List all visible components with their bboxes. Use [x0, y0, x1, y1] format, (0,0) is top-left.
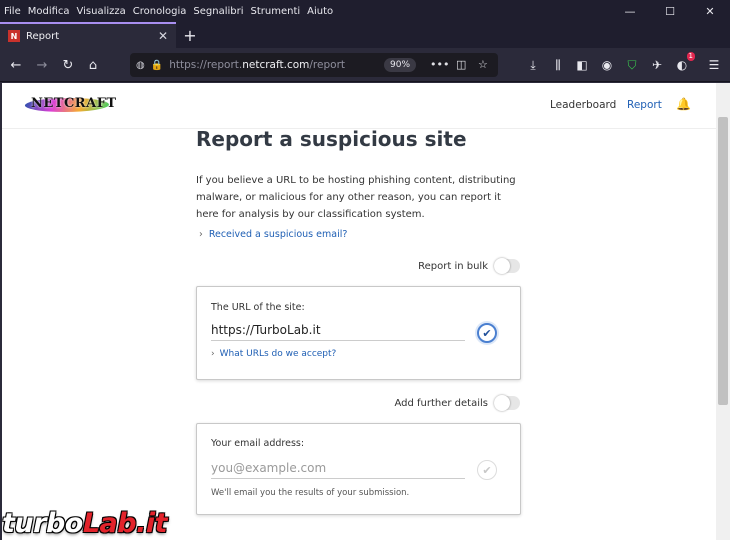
- further-details-label: Add further details: [394, 397, 488, 409]
- shield-extension-icon[interactable]: ⛉: [623, 56, 641, 74]
- page-title: Report a suspicious site: [196, 127, 467, 151]
- netcraft-logo[interactable]: NETCRAFT: [22, 94, 116, 116]
- menu-modifica[interactable]: Modifica: [28, 6, 70, 17]
- email-note: We'll email you the results of your subm…: [211, 488, 410, 498]
- netcraft-extension-icon[interactable]: ◐ 1: [673, 52, 695, 74]
- further-details-toggle[interactable]: [494, 395, 520, 411]
- report-bulk-row: Report in bulk: [418, 258, 520, 274]
- scrollbar-thumb[interactable]: [718, 117, 728, 405]
- hamburger-menu-icon[interactable]: ☰: [705, 56, 723, 74]
- menu-bar: File Modifica Visualizza Cronologia Segn…: [0, 0, 730, 22]
- url-valid-check-icon: ✔: [477, 323, 497, 343]
- close-window-button[interactable]: ✕: [690, 0, 730, 22]
- menu-file[interactable]: File: [4, 6, 21, 17]
- tracking-protection-icon[interactable]: ◍: [136, 60, 145, 71]
- menu-strumenti[interactable]: Strumenti: [251, 6, 301, 17]
- new-tab-button[interactable]: +: [180, 25, 200, 45]
- menu-cronologia[interactable]: Cronologia: [133, 6, 187, 17]
- account-icon[interactable]: ◉: [598, 56, 616, 74]
- menu-aiuto[interactable]: Aiuto: [307, 6, 333, 17]
- back-icon[interactable]: ←: [6, 55, 26, 75]
- site-header: NETCRAFT Leaderboard Report 🔔: [2, 83, 716, 129]
- intro-text: If you believe a URL to be hosting phish…: [196, 175, 516, 220]
- tab-strip: N Report ✕ +: [0, 22, 730, 48]
- extension-badge: 1: [686, 52, 695, 61]
- turbolab-watermark: turboLab.it: [2, 508, 168, 539]
- email-input[interactable]: you@example.com: [211, 457, 465, 479]
- report-bulk-label: Report in bulk: [418, 260, 488, 272]
- chevron-right-icon: ›: [199, 229, 203, 240]
- home-icon[interactable]: ⌂: [83, 55, 103, 75]
- zoom-level[interactable]: 90%: [384, 58, 417, 72]
- page-viewport: NETCRAFT Leaderboard Report 🔔 Report a s…: [2, 83, 716, 540]
- nav-leaderboard[interactable]: Leaderboard: [550, 99, 616, 111]
- logo-text: NETCRAFT: [31, 96, 117, 111]
- lock-icon[interactable]: 🔒: [151, 60, 163, 71]
- email-check-icon: ✔: [477, 460, 497, 480]
- email-card: Your email address: you@example.com ✔ We…: [196, 423, 521, 515]
- accepted-urls-link[interactable]: › What URLs do we accept?: [211, 349, 336, 359]
- minimize-button[interactable]: —: [610, 0, 650, 22]
- pocket-icon[interactable]: ◫: [456, 58, 466, 71]
- page-scrollbar[interactable]: [716, 83, 730, 540]
- sidebar-icon[interactable]: ◧: [573, 56, 591, 74]
- page-actions-icon[interactable]: •••: [430, 58, 449, 71]
- bookmark-star-icon[interactable]: ☆: [478, 58, 488, 71]
- netcraft-favicon-icon: N: [8, 30, 20, 42]
- tab-close-icon[interactable]: ✕: [158, 29, 168, 43]
- url-text[interactable]: https://report.netcraft.com/report: [169, 59, 345, 71]
- library-icon[interactable]: ⫼: [549, 56, 567, 74]
- url-label: The URL of the site:: [211, 302, 305, 313]
- nav-report[interactable]: Report: [627, 99, 662, 111]
- bell-icon[interactable]: 🔔: [676, 97, 691, 111]
- window-controls: — ☐ ✕: [610, 0, 730, 22]
- tab-title: Report: [26, 30, 60, 42]
- menu-segnalibri[interactable]: Segnalibri: [193, 6, 243, 17]
- tab-report[interactable]: N Report ✕: [0, 22, 176, 48]
- url-input[interactable]: https://TurboLab.it: [211, 319, 465, 341]
- downloads-icon[interactable]: ⤓: [524, 56, 542, 74]
- email-label: Your email address:: [211, 438, 305, 449]
- url-bar[interactable]: ◍ 🔒 https://report.netcraft.com/report 9…: [130, 53, 498, 77]
- suspicious-email-link[interactable]: › Received a suspicious email?: [199, 229, 347, 240]
- report-bulk-toggle[interactable]: [494, 258, 520, 274]
- extension-icon[interactable]: ✈: [648, 56, 666, 74]
- menu-visualizza[interactable]: Visualizza: [77, 6, 126, 17]
- forward-icon[interactable]: →: [32, 55, 52, 75]
- navigation-bar: ← → ↻ ⌂ ◍ 🔒 https://report.netcraft.com/…: [0, 48, 730, 82]
- maximize-button[interactable]: ☐: [650, 0, 690, 22]
- further-details-row: Add further details: [394, 395, 520, 411]
- reload-icon[interactable]: ↻: [58, 55, 78, 75]
- url-card: The URL of the site: https://TurboLab.it…: [196, 286, 521, 380]
